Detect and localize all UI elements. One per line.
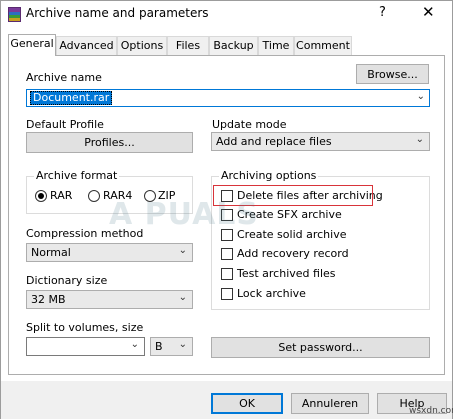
help-icon[interactable]: ? <box>379 5 386 20</box>
archive-name-label: Archive name <box>26 71 102 84</box>
browse-button[interactable]: Browse... <box>356 64 429 84</box>
chevron-down-icon: ⌄ <box>178 339 187 350</box>
chevron-down-icon[interactable]: ⌄ <box>417 91 425 102</box>
tab-options[interactable]: Options <box>117 36 167 55</box>
tab-advanced[interactable]: Advanced <box>56 36 117 55</box>
window-title: Archive name and parameters <box>26 6 209 20</box>
site-watermark: wsxdn.com <box>409 406 453 416</box>
radio-rar[interactable] <box>35 190 47 202</box>
lock-archive-label: Lock archive <box>237 287 306 300</box>
update-mode-value: Add and replace files <box>216 135 332 148</box>
test-files-label: Test archived files <box>237 267 336 280</box>
archive-format-title: Archive format <box>34 169 120 182</box>
radio-rar-label: RAR <box>50 189 73 202</box>
compression-method-value: Normal <box>31 246 71 259</box>
chevron-down-icon: ⌄ <box>130 339 139 350</box>
winrar-icon <box>8 7 21 22</box>
compression-method-select[interactable]: Normal ⌄ <box>26 243 193 262</box>
set-password-button[interactable]: Set password... <box>211 337 430 358</box>
ok-button[interactable]: OK <box>211 393 283 414</box>
checkbox-recovery-record[interactable] <box>221 248 233 260</box>
archive-dialog: Archive name and parameters ? ✕ General … <box>0 0 453 419</box>
dictionary-size-label: Dictionary size <box>26 274 108 287</box>
tab-general[interactable]: General <box>8 34 56 56</box>
checkbox-test-files[interactable] <box>221 268 233 280</box>
profiles-button[interactable]: Profiles... <box>26 132 193 153</box>
tab-time[interactable]: Time <box>258 36 294 55</box>
dictionary-size-value: 32 MB <box>31 293 66 306</box>
archiving-options-title: Archiving options <box>219 169 319 182</box>
close-icon[interactable]: ✕ <box>422 3 435 21</box>
radio-rar4[interactable] <box>88 190 100 202</box>
watermark: A PUALS <box>109 197 260 232</box>
title-bar: Archive name and parameters ? ✕ <box>1 1 452 28</box>
cancel-button[interactable]: Annuleren <box>291 393 369 414</box>
tab-backup[interactable]: Backup <box>209 36 258 55</box>
chevron-down-icon: ⌄ <box>415 134 424 145</box>
archive-name-value: Document.rar <box>30 91 113 105</box>
recovery-record-label: Add recovery record <box>237 247 349 260</box>
update-mode-label: Update mode <box>212 118 287 131</box>
dictionary-size-select[interactable]: 32 MB ⌄ <box>26 290 193 309</box>
split-volumes-unit-select[interactable]: B ⌄ <box>150 337 193 356</box>
split-volumes-size-input[interactable]: ⌄ <box>26 337 145 356</box>
default-profile-label: Default Profile <box>26 118 104 131</box>
tab-comment[interactable]: Comment <box>294 36 352 55</box>
update-mode-select[interactable]: Add and replace files ⌄ <box>211 132 430 151</box>
split-volumes-label: Split to volumes, size <box>26 321 144 334</box>
chevron-down-icon: ⌄ <box>178 245 187 256</box>
chevron-down-icon: ⌄ <box>178 292 187 303</box>
tab-files[interactable]: Files <box>167 36 209 55</box>
archive-name-input[interactable]: Document.rar ⌄ <box>26 89 430 107</box>
split-volumes-unit: B <box>155 340 163 353</box>
checkbox-lock-archive[interactable] <box>221 288 233 300</box>
